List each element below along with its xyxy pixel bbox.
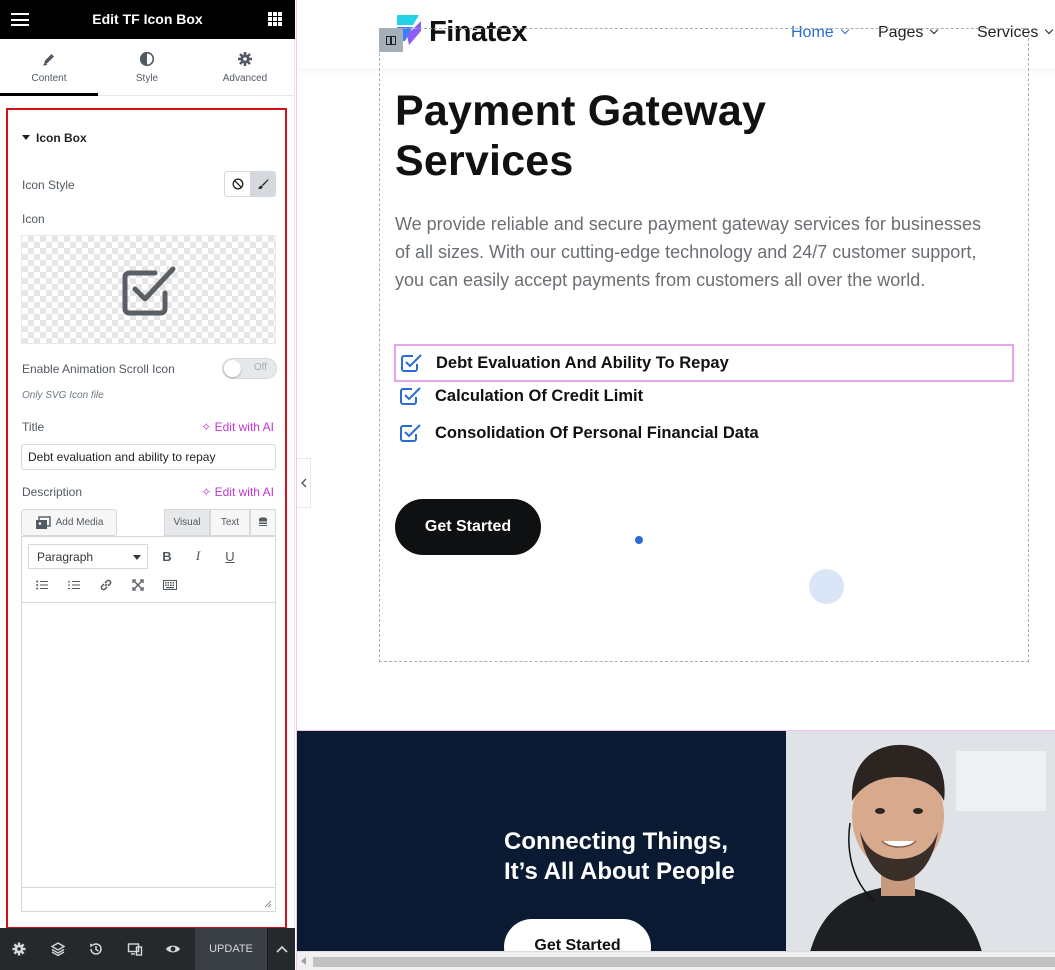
tab-style-label: Style bbox=[135, 73, 159, 84]
chevron-left-icon bbox=[300, 478, 306, 488]
icon-label: Icon bbox=[22, 212, 45, 226]
ban-icon bbox=[232, 178, 243, 190]
preview-eye-icon[interactable] bbox=[165, 941, 181, 957]
animation-hint: Only SVG Icon file bbox=[22, 390, 104, 401]
widgets-grid-icon[interactable] bbox=[268, 12, 282, 26]
feature-item[interactable]: Calculation Of Credit Limit bbox=[395, 377, 643, 415]
checkbox-checked-icon bbox=[400, 387, 421, 405]
panel-title: Edit TF Icon Box bbox=[92, 11, 203, 27]
decorative-dot bbox=[635, 536, 643, 544]
horizontal-scrollbar[interactable] bbox=[297, 951, 1055, 970]
app-root: Edit TF Icon Box Content Style Advanced … bbox=[0, 0, 1055, 970]
icon-style-label: Icon Style bbox=[22, 178, 75, 192]
editor-tab-text[interactable]: Text bbox=[210, 509, 250, 536]
title-label: Title bbox=[22, 420, 45, 434]
banner-heading-line2: It’s All About People bbox=[504, 858, 735, 885]
animation-scroll-label: Enable Animation Scroll Icon bbox=[22, 362, 175, 376]
toggle-knob bbox=[224, 360, 241, 377]
media-icon bbox=[35, 515, 51, 529]
layers-icon[interactable] bbox=[50, 941, 66, 957]
ai-sparkle-icon: ✧ bbox=[201, 420, 212, 434]
editor-tab-visual[interactable]: Visual bbox=[164, 509, 210, 536]
feature-item[interactable]: Consolidation Of Personal Financial Data bbox=[395, 414, 759, 452]
editor-panel: Edit TF Icon Box Content Style Advanced … bbox=[0, 0, 295, 970]
get-started-button[interactable]: Get Started bbox=[395, 499, 541, 555]
checkbox-checked-icon bbox=[400, 424, 421, 442]
settings-gear-icon[interactable] bbox=[11, 941, 27, 957]
paragraph-format-value: Paragraph bbox=[37, 550, 94, 564]
description-edit-with-ai-button[interactable]: ✧ Edit with AI bbox=[201, 485, 274, 499]
checkbox-checked-icon bbox=[401, 354, 422, 372]
hero-title: Payment Gateway Services bbox=[395, 87, 767, 185]
link-icon[interactable] bbox=[96, 575, 116, 595]
feature-text: Calculation Of Credit Limit bbox=[435, 386, 644, 405]
icon-style-choose bbox=[224, 171, 276, 197]
gear-icon bbox=[196, 51, 294, 67]
resize-handle-icon bbox=[264, 900, 272, 908]
chevron-down-icon bbox=[133, 555, 141, 560]
banner-section: Connecting Things, It’s All About People… bbox=[297, 731, 1055, 970]
person-photo bbox=[786, 731, 1055, 970]
section-title: Icon Box bbox=[36, 131, 87, 145]
half-circle-icon bbox=[98, 51, 196, 67]
icon-picker-preview[interactable] bbox=[21, 235, 276, 344]
icon-style-custom-option[interactable] bbox=[250, 172, 275, 196]
editor-toolbar: Paragraph B I U bbox=[22, 537, 275, 603]
pencil-icon bbox=[0, 51, 98, 67]
icon-box-section: Icon Box Icon Style Icon Enable Animatio… bbox=[6, 108, 287, 929]
numbered-list-icon[interactable] bbox=[64, 575, 84, 595]
italic-icon[interactable]: I bbox=[188, 546, 208, 566]
decorative-circle bbox=[809, 569, 844, 604]
banner-heading: Connecting Things, It’s All About People bbox=[504, 827, 774, 887]
feature-text: Debt Evaluation And Ability To Repay bbox=[436, 353, 729, 372]
edit-with-ai-label: Edit with AI bbox=[214, 420, 274, 434]
banner-heading-line1: Connecting Things, bbox=[504, 828, 728, 855]
toggle-state-text: Off bbox=[253, 362, 267, 373]
brush-icon bbox=[257, 179, 268, 189]
description-editor: Paragraph B I U bbox=[21, 536, 276, 912]
checkbox-checked-icon bbox=[122, 266, 176, 316]
tab-advanced-label: Advanced bbox=[222, 73, 268, 84]
add-media-button[interactable]: Add Media bbox=[21, 509, 117, 536]
paragraph-format-select[interactable]: Paragraph bbox=[28, 544, 148, 569]
title-input[interactable] bbox=[21, 444, 276, 470]
feature-text: Consolidation Of Personal Financial Data bbox=[435, 423, 759, 442]
icon-style-none-option[interactable] bbox=[225, 172, 250, 196]
preview-canvas: Finatex Home Pages Services Payment Gate… bbox=[296, 0, 1055, 970]
keyboard-icon[interactable] bbox=[160, 575, 180, 595]
add-media-label: Add Media bbox=[55, 517, 104, 528]
tab-style[interactable]: Style bbox=[98, 39, 196, 96]
panel-footer: UPDATE bbox=[0, 928, 295, 970]
editor-more-button[interactable] bbox=[250, 509, 276, 536]
description-label: Description bbox=[22, 485, 83, 499]
chevron-up-icon bbox=[275, 945, 288, 953]
tab-advanced[interactable]: Advanced bbox=[196, 39, 294, 96]
tab-content[interactable]: Content bbox=[0, 39, 98, 96]
hero-description: We provide reliable and secure payment g… bbox=[395, 214, 981, 290]
responsive-mode-icon[interactable] bbox=[127, 941, 143, 957]
update-button[interactable]: UPDATE bbox=[195, 928, 267, 970]
panel-tabs: Content Style Advanced bbox=[0, 39, 295, 96]
scrollbar-thumb[interactable] bbox=[313, 957, 1055, 967]
underline-icon[interactable]: U bbox=[220, 546, 240, 566]
container-handle-icon[interactable] bbox=[379, 28, 403, 52]
panel-header: Edit TF Icon Box bbox=[0, 0, 295, 39]
title-edit-with-ai-button[interactable]: ✧ Edit with AI bbox=[201, 420, 274, 434]
collapse-panel-button[interactable] bbox=[297, 458, 311, 508]
tab-content-label: Content bbox=[31, 73, 67, 84]
caret-down-icon bbox=[22, 135, 30, 140]
fullscreen-icon[interactable] bbox=[128, 575, 148, 595]
update-options-button[interactable] bbox=[267, 928, 295, 970]
section-toggle[interactable]: Icon Box bbox=[22, 131, 87, 145]
bold-icon[interactable]: B bbox=[157, 546, 177, 566]
database-icon bbox=[259, 517, 267, 526]
ai-sparkle-icon: ✧ bbox=[201, 485, 212, 499]
chevron-down-icon bbox=[1045, 25, 1054, 35]
animation-scroll-toggle[interactable]: Off bbox=[222, 358, 277, 379]
edit-with-ai-label: Edit with AI bbox=[214, 485, 274, 499]
history-icon[interactable] bbox=[88, 941, 104, 957]
editor-resize-bar[interactable] bbox=[22, 887, 275, 911]
scroll-left-arrow-icon[interactable] bbox=[301, 957, 306, 965]
bullet-list-icon[interactable] bbox=[32, 575, 52, 595]
